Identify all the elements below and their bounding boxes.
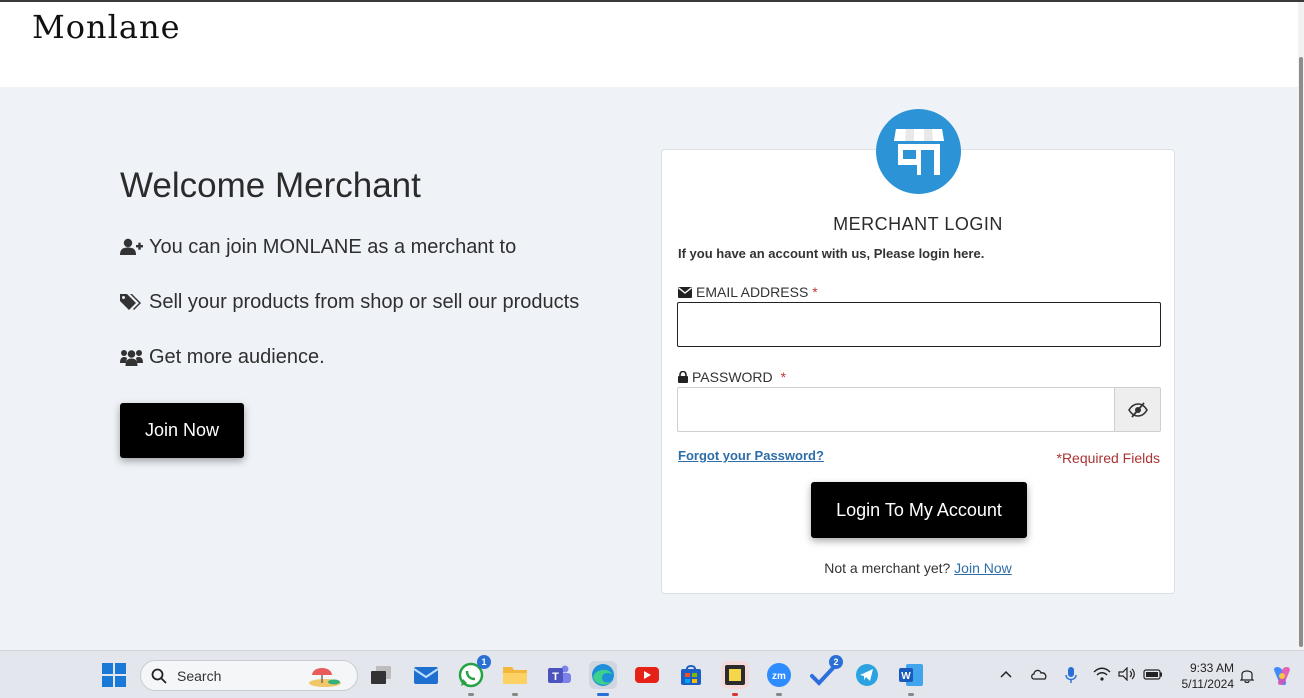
task-view-icon xyxy=(371,666,391,684)
start-button[interactable] xyxy=(100,661,128,689)
welcome-section: Welcome Merchant You can join MONLANE as… xyxy=(120,166,579,458)
sticky-notes-button[interactable] xyxy=(721,661,749,696)
join-now-button[interactable]: Join Now xyxy=(120,403,244,458)
welcome-title: Welcome Merchant xyxy=(120,166,421,205)
teams-button[interactable]: T xyxy=(545,661,573,689)
site-logo[interactable]: Monlane xyxy=(32,8,181,46)
onedrive-icon[interactable] xyxy=(1030,668,1048,680)
running-indicator xyxy=(908,693,914,696)
perk-sell: Sell your products from shop or sell our… xyxy=(120,287,579,317)
todo-badge: 2 xyxy=(829,655,843,669)
windows-icon xyxy=(102,663,126,687)
clock-time: 9:33 AM xyxy=(1189,661,1234,675)
system-clock[interactable]: 9:33 AM 5/11/2024 xyxy=(1174,660,1235,692)
teams-icon: T xyxy=(548,665,571,683)
email-label: EMAIL ADDRESS * xyxy=(678,284,818,300)
password-required-mark: * xyxy=(780,369,787,385)
page-scrollbar[interactable] xyxy=(1298,2,1304,650)
sticky-notes-icon xyxy=(725,665,745,685)
eye-slash-icon xyxy=(1127,401,1148,418)
file-explorer-button[interactable] xyxy=(501,661,529,696)
email-required-mark: * xyxy=(812,284,818,300)
folder-icon xyxy=(503,667,527,684)
store-icon xyxy=(893,128,944,175)
envelope-icon xyxy=(678,286,692,298)
taskbar-search[interactable]: Search xyxy=(140,660,358,691)
search-icon xyxy=(151,668,167,684)
copilot-icon[interactable] xyxy=(1270,664,1294,688)
password-label: PASSWORD * xyxy=(678,369,786,385)
mail-button[interactable] xyxy=(412,661,440,689)
password-visibility-toggle[interactable] xyxy=(1114,387,1161,432)
running-indicator xyxy=(776,693,782,696)
site-header: Monlane xyxy=(0,2,1298,87)
password-field[interactable] xyxy=(677,387,1115,432)
zoom-button[interactable]: zm xyxy=(765,661,793,696)
perk-audience: Get more audience. xyxy=(120,342,579,372)
zoom-icon: zm xyxy=(767,663,791,687)
not-merchant-row: Not a merchant yet? Join Now xyxy=(662,560,1174,576)
edge-button[interactable] xyxy=(589,661,617,696)
login-title: MERCHANT LOGIN xyxy=(833,214,1003,234)
email-field[interactable] xyxy=(677,302,1161,347)
telegram-button[interactable] xyxy=(853,661,881,689)
merchant-login-card: MERCHANT LOGIN If you have an account wi… xyxy=(661,149,1175,594)
tags-icon xyxy=(120,294,141,310)
lock-icon xyxy=(678,371,688,383)
perk-join: You can join MONLANE as a merchant to xyxy=(120,232,579,262)
not-merchant-text: Not a merchant yet? xyxy=(824,560,951,576)
email-label-text: EMAIL ADDRESS xyxy=(696,284,809,300)
users-icon xyxy=(120,350,143,366)
svg-text:T: T xyxy=(552,671,559,683)
word-label: W xyxy=(901,671,911,682)
windows-taskbar: Search 1 T zm 2 W 9:33 AM 5/11/2024 xyxy=(0,650,1304,698)
zoom-label: zm xyxy=(772,671,786,682)
password-label-text: PASSWORD xyxy=(692,369,773,385)
mail-icon xyxy=(413,667,439,684)
running-indicator xyxy=(732,693,738,696)
join-now-link[interactable]: Join Now xyxy=(954,560,1012,576)
battery-icon[interactable] xyxy=(1143,668,1163,680)
running-indicator xyxy=(512,693,518,696)
perk-join-text: You can join MONLANE as a merchant to xyxy=(149,235,517,258)
taskbar-search-placeholder: Search xyxy=(177,667,222,684)
youtube-icon xyxy=(635,667,659,683)
word-button[interactable]: W xyxy=(897,661,925,696)
chevron-up-icon[interactable] xyxy=(1000,670,1012,678)
youtube-button[interactable] xyxy=(633,661,661,689)
clock-date: 5/11/2024 xyxy=(1181,677,1235,691)
microphone-icon[interactable] xyxy=(1065,666,1077,684)
perk-audience-text: Get more audience. xyxy=(149,345,325,368)
whatsapp-badge: 1 xyxy=(477,655,491,669)
word-icon: W xyxy=(899,664,923,686)
whatsapp-button[interactable]: 1 xyxy=(457,655,491,696)
telegram-icon xyxy=(856,664,878,686)
store-badge xyxy=(876,109,961,194)
scrollbar-thumb[interactable] xyxy=(1299,57,1303,647)
wifi-icon[interactable] xyxy=(1093,667,1111,681)
running-indicator xyxy=(468,693,474,696)
volume-icon[interactable] xyxy=(1118,667,1136,681)
todo-button[interactable]: 2 xyxy=(809,655,843,689)
user-plus-icon xyxy=(120,238,143,255)
login-subtitle: If you have an account with us, Please l… xyxy=(678,246,985,261)
active-indicator xyxy=(597,693,609,696)
notification-bell-icon[interactable] xyxy=(1240,667,1254,683)
beach-icon xyxy=(309,668,341,687)
store-icon xyxy=(681,665,701,685)
store-button[interactable] xyxy=(677,661,705,689)
perk-sell-text: Sell your products from shop or sell our… xyxy=(149,290,580,313)
task-view-button[interactable] xyxy=(367,661,395,689)
login-submit-button[interactable]: Login To My Account xyxy=(811,482,1027,538)
edge-icon xyxy=(592,664,614,686)
required-fields-note: *Required Fields xyxy=(1056,450,1161,466)
forgot-password-link[interactable]: Forgot your Password? xyxy=(678,448,824,463)
